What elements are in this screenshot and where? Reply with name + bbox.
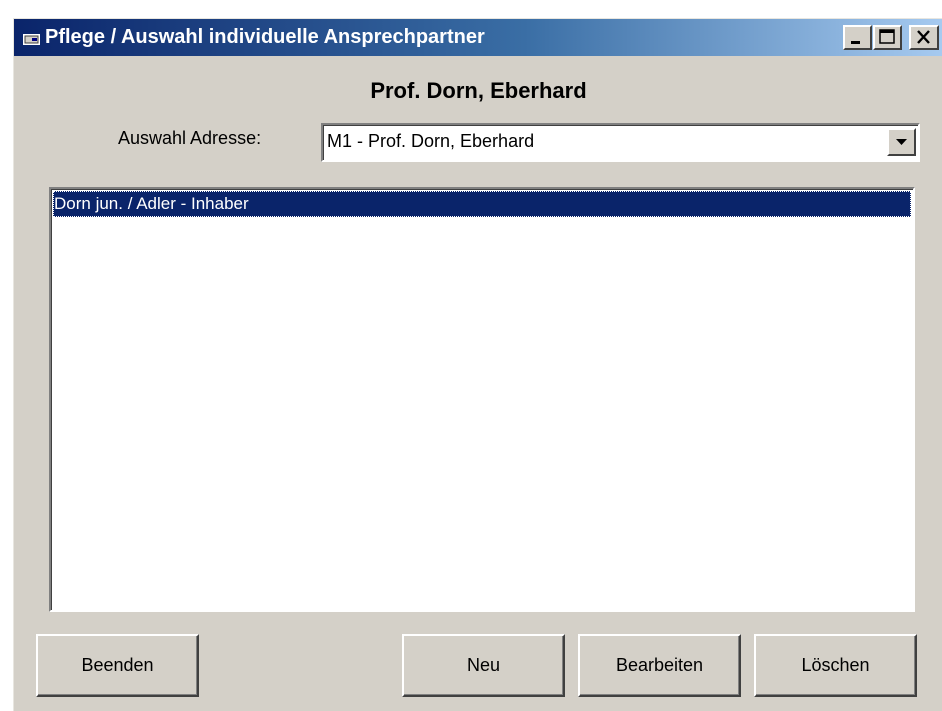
bearbeiten-button-label: Bearbeiten	[615, 655, 704, 675]
minimize-icon	[851, 41, 860, 44]
address-select-value: M1 - Prof. Dorn, Eberhard	[327, 131, 535, 151]
address-selector-label: Auswahl Adresse:	[118, 128, 262, 148]
maximize-button[interactable]	[873, 25, 902, 50]
loeschen-button-label: Löschen	[801, 655, 870, 675]
close-icon	[917, 30, 930, 44]
minimize-button[interactable]	[843, 25, 872, 50]
beenden-button[interactable]: Beenden	[36, 634, 199, 697]
neu-button[interactable]: Neu	[402, 634, 565, 697]
title-bar[interactable]: Pflege / Auswahl individuelle Ansprechpa…	[14, 19, 942, 56]
loeschen-button[interactable]: Löschen	[754, 634, 917, 697]
neu-button-label: Neu	[466, 655, 501, 675]
window-title: Pflege / Auswahl individuelle Ansprechpa…	[45, 26, 485, 48]
chevron-down-icon	[896, 139, 907, 145]
contact-person-window: Pflege / Auswahl individuelle Ansprechpa…	[13, 18, 942, 711]
bearbeiten-button[interactable]: Bearbeiten	[578, 634, 741, 697]
contacts-listbox[interactable]: Dorn jun. / Adler - Inhaber	[49, 187, 915, 612]
address-select[interactable]: M1 - Prof. Dorn, Eberhard	[321, 123, 920, 162]
application-window-icon	[23, 30, 40, 45]
contact-name-heading: Prof. Dorn, Eberhard	[370, 78, 587, 103]
list-item[interactable]: Dorn jun. / Adler - Inhaber	[53, 191, 911, 217]
close-button[interactable]	[909, 25, 939, 50]
address-dropdown-button[interactable]	[887, 128, 916, 156]
maximize-icon	[879, 29, 895, 44]
beenden-button-label: Beenden	[81, 655, 154, 675]
